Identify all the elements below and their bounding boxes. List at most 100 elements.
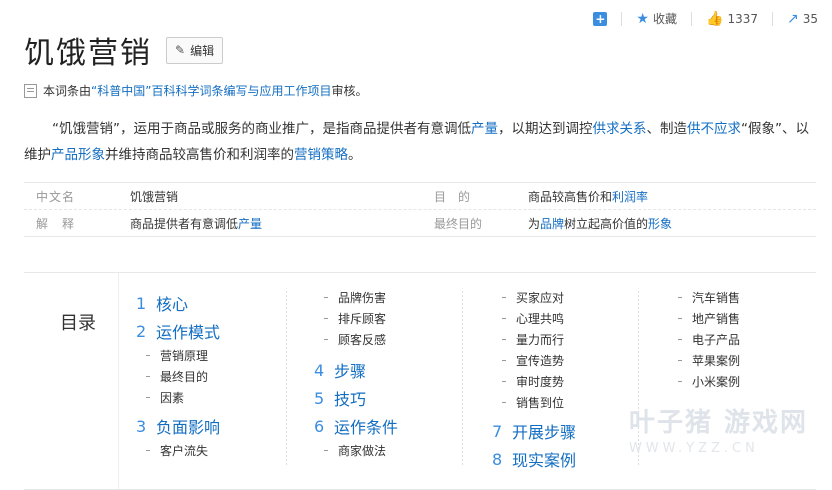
toc-subitem[interactable]: 苹果案例 — [668, 350, 740, 371]
info-label: 最终目的 — [434, 216, 483, 231]
document-icon — [24, 83, 37, 98]
basic-info-box: 中文名 饥饿营销 目 的 商品较高售价和利润率 解 释 商品提供者有意调低产量 … — [24, 182, 816, 237]
toc-subitem-label: 地产销售 — [692, 312, 741, 326]
toc-subitem[interactable]: 顾客反感 — [314, 329, 398, 350]
share-button[interactable]: ↗ 35 — [787, 11, 818, 27]
link-product-image[interactable]: 产品形象 — [51, 147, 105, 163]
toc-subitem[interactable]: 小米案例 — [668, 371, 740, 392]
toc-link[interactable]: 步骤 — [334, 358, 366, 382]
toc-link[interactable]: 技巧 — [334, 386, 366, 410]
bullet — [678, 297, 682, 298]
divider — [286, 291, 287, 467]
toc-link[interactable]: 开展步骤 — [512, 419, 576, 443]
toc-subitem[interactable]: 汽车销售 — [668, 287, 740, 308]
toc-subitem[interactable]: 品牌伤害 — [314, 287, 398, 308]
toc-subitem[interactable]: 地产销售 — [668, 308, 740, 329]
share-count: 35 — [802, 11, 818, 26]
toc-section[interactable]: 6 运作条件 — [314, 412, 398, 440]
divider — [118, 273, 119, 489]
info-value-text: 商品较高售价和 — [528, 189, 613, 204]
toc-column: 买家应对 心理共鸣 量力而行 宣传造势 审时度势 销售到位 7 开展步骤 8 现实案… — [492, 287, 576, 473]
toc-subitem-label: 商家做法 — [338, 444, 387, 458]
bullet — [502, 402, 506, 403]
toc-subitem-label: 小米案例 — [692, 375, 741, 389]
bullet — [502, 318, 506, 319]
audit-link[interactable]: “科普中国”百科科学词条编写与应用工作项目 — [91, 82, 331, 99]
add-button[interactable]: + — [593, 11, 608, 26]
toc-subitem[interactable]: 客户流失 — [136, 440, 220, 461]
watermark-logo: 叶子猪 游戏网 — [628, 408, 808, 438]
summary-text: 。 — [348, 147, 362, 163]
watermark-url: WWW.YZZ.CN — [628, 441, 759, 456]
toc-number: 6 — [314, 416, 325, 436]
toc-subitem[interactable]: 最终目的 — [136, 366, 220, 387]
toc-section[interactable]: 5 技巧 — [314, 384, 398, 412]
toc-section[interactable]: 4 步骤 — [314, 356, 398, 384]
info-value-text: 为 — [528, 216, 541, 231]
bullet — [146, 450, 150, 451]
bullet — [146, 355, 150, 356]
toc-subitem-label: 心理共鸣 — [516, 312, 565, 326]
toc-link[interactable]: 运作条件 — [334, 414, 398, 438]
toc-section[interactable]: 3 负面影响 — [136, 412, 220, 440]
toc-subitem[interactable]: 电子产品 — [668, 329, 740, 350]
toc-section[interactable]: 7 开展步骤 — [492, 417, 576, 445]
info-row: 中文名 饥饿营销 目 的 商品较高售价和利润率 — [24, 183, 816, 210]
bullet — [146, 376, 150, 377]
toc-subitem[interactable]: 心理共鸣 — [492, 308, 576, 329]
bullet — [324, 339, 328, 340]
toc-section[interactable]: 8 现实案例 — [492, 445, 576, 473]
toc-number: 8 — [492, 449, 503, 469]
info-row: 解 释 商品提供者有意调低产量 最终目的 为品牌树立起高价值的形象 — [24, 210, 816, 236]
toc-subitem-label: 因素 — [160, 391, 185, 405]
audit-notice: 本词条由 “科普中国”百科科学词条编写与应用工作项目 审核。 — [24, 82, 367, 99]
toc-column: 品牌伤害 排斥顾客 顾客反感 4 步骤 5 技巧 6 运作条件 商家做法 — [314, 287, 398, 461]
toc-subitem[interactable]: 审时度势 — [492, 371, 576, 392]
toc-subitem[interactable]: 商家做法 — [314, 440, 398, 461]
bullet — [324, 318, 328, 319]
toc-subitem[interactable]: 排斥顾客 — [314, 308, 398, 329]
toc-subitem[interactable]: 营销原理 — [136, 345, 220, 366]
link-yield[interactable]: 产量 — [471, 121, 498, 137]
info-value: 为品牌树立起高价值的形象 — [528, 215, 672, 232]
toc-subitem[interactable]: 量力而行 — [492, 329, 576, 350]
toc-section[interactable]: 2 运作模式 — [136, 317, 220, 345]
toc-subitem-label: 苹果案例 — [692, 354, 741, 368]
toc-number: 2 — [136, 321, 147, 341]
toc-link[interactable]: 现实案例 — [512, 447, 576, 471]
link-supply-demand[interactable]: 供求关系 — [593, 121, 647, 137]
toc-link[interactable]: 运作模式 — [156, 319, 220, 343]
info-label: 解 释 — [36, 216, 76, 231]
toc-section[interactable]: 1 核心 — [136, 289, 220, 317]
toc-link[interactable]: 核心 — [156, 291, 188, 315]
toc-subitem[interactable]: 销售到位 — [492, 392, 576, 413]
toc-subitem[interactable]: 因素 — [136, 387, 220, 408]
bullet — [502, 297, 506, 298]
info-label: 中文名 — [36, 189, 76, 204]
toc-subitem-label: 顾客反感 — [338, 333, 387, 347]
link-marketing-strategy[interactable]: 营销策略 — [294, 147, 348, 163]
bullet — [678, 318, 682, 319]
link-short-supply[interactable]: 供不应求 — [687, 121, 741, 137]
edit-label: 编辑 — [190, 43, 215, 58]
toc-subitem-label: 客户流失 — [160, 444, 209, 458]
info-value-text: 商品提供者有意调低 — [130, 216, 239, 231]
link-profit-rate[interactable]: 利润率 — [612, 190, 648, 204]
divider — [691, 11, 692, 26]
info-value: 商品提供者有意调低产量 — [130, 215, 420, 232]
toc-label: 目录 — [60, 313, 96, 334]
toc-subitem-label: 买家应对 — [516, 291, 565, 305]
link-brand[interactable]: 品牌 — [540, 217, 564, 231]
toc-link[interactable]: 负面影响 — [156, 414, 220, 438]
toc-subitem[interactable]: 宣传造势 — [492, 350, 576, 371]
bullet — [678, 381, 682, 382]
collect-button[interactable]: ★ 收藏 — [636, 10, 677, 27]
link-yield[interactable]: 产量 — [238, 217, 262, 231]
like-button[interactable]: 👍 1337 — [706, 11, 758, 27]
link-image[interactable]: 形象 — [648, 217, 672, 231]
page-title: 饥饿营销 — [24, 36, 152, 71]
edit-button[interactable]: ✎ 编辑 — [166, 36, 224, 64]
bullet — [146, 397, 150, 398]
toc-subitem[interactable]: 买家应对 — [492, 287, 576, 308]
bullet — [502, 360, 506, 361]
